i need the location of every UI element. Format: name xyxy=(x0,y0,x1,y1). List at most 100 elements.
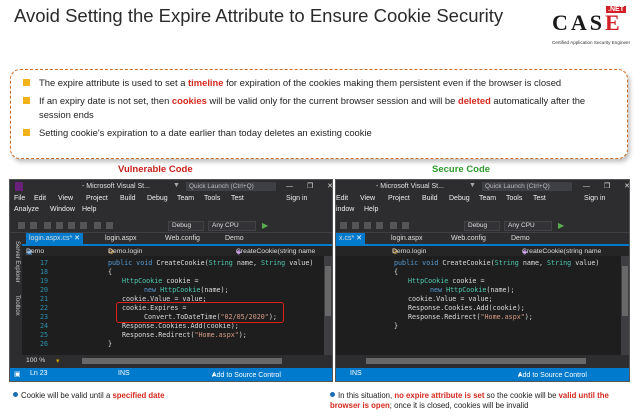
menu-team[interactable]: Team xyxy=(479,195,496,202)
menu-view[interactable]: View xyxy=(58,195,73,202)
save-all-icon[interactable] xyxy=(80,222,87,229)
menu-analyze[interactable]: Analyze xyxy=(14,206,39,213)
config-dropdown[interactable]: Debug xyxy=(464,221,500,231)
navigation-bar: ▣ Demo ⚙ Demo.login ◆ CreateCookie(strin… xyxy=(22,246,332,256)
window-title: - Microsoft Visual St... xyxy=(82,183,150,190)
filter-icon[interactable]: ▼ xyxy=(173,182,181,191)
zoom-level[interactable]: 100 % xyxy=(26,357,45,364)
tab-web-config[interactable]: Web.config xyxy=(162,233,203,244)
redo-icon[interactable] xyxy=(402,222,409,229)
save-icon[interactable] xyxy=(364,222,371,229)
tab-demo[interactable]: Demo xyxy=(222,233,247,244)
new-project-icon[interactable] xyxy=(44,222,51,229)
secure-note: In this situation, no expire attribute i… xyxy=(330,391,609,410)
logo-case-text: CASE xyxy=(552,10,623,35)
scrollbar-thumb[interactable] xyxy=(325,266,331,316)
code-line-18: { xyxy=(394,268,399,276)
navigation-bar: ⚙ Demo.login ◆ CreateCookie(string name xyxy=(336,246,629,256)
tab-login-aspx-cs[interactable]: x.cs* ✕ xyxy=(336,233,365,244)
menu-team[interactable]: Team xyxy=(177,195,194,202)
menu-project[interactable]: Project xyxy=(388,195,410,202)
sign-in-link[interactable]: Sign in xyxy=(286,195,307,202)
logo-tagline: Certified Application Security Engineer xyxy=(552,40,631,45)
tab-web-config[interactable]: Web.config xyxy=(448,233,489,244)
menu-window[interactable]: Window xyxy=(50,206,75,213)
back-icon[interactable] xyxy=(18,222,25,229)
config-dropdown[interactable]: Debug xyxy=(168,221,204,231)
menu-build[interactable]: Build xyxy=(422,195,438,202)
filter-icon[interactable]: ▼ xyxy=(469,182,477,191)
toolbox-tab[interactable]: Toolbox xyxy=(14,295,20,316)
vulnerable-vs-window: - Microsoft Visual St... ▼ Quick Launch … xyxy=(9,179,333,382)
line-number-gutter: 17 18 19 20 21 22 23 24 25 26 xyxy=(22,256,52,355)
line-number: 18 xyxy=(39,268,48,276)
status-bar: INS ↑ Add to Source Control ▴ xyxy=(336,368,629,381)
save-all-icon[interactable] xyxy=(376,222,383,229)
status-bar: ▣ Ln 23 INS ↑ Add to Source Control ▴ xyxy=(10,368,332,381)
bullet-square-icon xyxy=(23,97,30,105)
horizontal-scrollbar[interactable] xyxy=(82,358,282,364)
platform-dropdown[interactable]: Any CPU xyxy=(208,221,256,231)
menu-tools[interactable]: Tools xyxy=(506,195,522,202)
menu-build[interactable]: Build xyxy=(120,195,136,202)
menu-help[interactable]: Help xyxy=(82,206,96,213)
expires-highlight-box xyxy=(116,302,284,323)
line-number: 19 xyxy=(39,277,48,285)
platform-dropdown[interactable]: Any CPU xyxy=(504,221,552,231)
menu-edit[interactable]: Edit xyxy=(336,195,348,202)
code-editor[interactable]: public void CreateCookie(String name, St… xyxy=(336,256,621,355)
page-title: Avoid Setting the Expire Attribute to En… xyxy=(14,5,504,26)
tab-login-aspx-cs[interactable]: login.aspx.cs* ✕ xyxy=(26,233,84,244)
toolbar: Debug Any CPU ▶ xyxy=(10,219,332,233)
horizontal-scrollbar[interactable] xyxy=(366,358,586,364)
menu-debug[interactable]: Debug xyxy=(449,195,470,202)
vertical-scrollbar[interactable] xyxy=(621,256,629,355)
line-number: 23 xyxy=(39,313,48,321)
menu-test[interactable]: Test xyxy=(533,195,546,202)
vulnerable-note: Cookie will be valid until a specified d… xyxy=(13,391,164,401)
tab-demo[interactable]: Demo xyxy=(508,233,533,244)
add-to-source-control[interactable]: ↑ Add to Source Control ▴ xyxy=(212,370,281,379)
window-controls[interactable]: — ❐ ✕ xyxy=(286,182,332,190)
add-to-source-control[interactable]: ↑ Add to Source Control ▴ xyxy=(518,370,587,379)
scrollbar-thumb[interactable] xyxy=(622,266,628,316)
window-controls[interactable]: — ❐ ✕ xyxy=(583,182,629,190)
code-line-17: public void CreateCookie(String name, St… xyxy=(394,259,600,267)
start-debug-icon[interactable]: ▶ xyxy=(558,221,564,230)
new-project-icon[interactable] xyxy=(340,222,347,229)
document-tabs: login.aspx.cs* ✕ login.aspx Web.config D… xyxy=(22,233,332,244)
menu-view[interactable]: View xyxy=(360,195,375,202)
menu-help[interactable]: Help xyxy=(364,206,378,213)
tab-login-aspx[interactable]: login.aspx xyxy=(102,233,140,244)
menu-file[interactable]: File xyxy=(14,195,25,202)
menu-edit[interactable]: Edit xyxy=(34,195,46,202)
save-icon[interactable] xyxy=(68,222,75,229)
line-number: 25 xyxy=(39,331,48,339)
menu-window[interactable]: indow xyxy=(336,206,354,213)
start-debug-icon[interactable]: ▶ xyxy=(262,221,268,230)
menu-debug[interactable]: Debug xyxy=(147,195,168,202)
vertical-scrollbar[interactable] xyxy=(324,256,332,355)
forward-icon[interactable] xyxy=(30,222,37,229)
zoom-bar xyxy=(336,355,629,368)
open-icon[interactable] xyxy=(352,222,359,229)
tab-login-aspx[interactable]: login.aspx xyxy=(388,233,426,244)
bullet-item: The expire attribute is used to set a ti… xyxy=(21,76,617,89)
sign-in-link[interactable]: Sign in xyxy=(584,195,605,202)
menu-tools[interactable]: Tools xyxy=(204,195,220,202)
menu-project[interactable]: Project xyxy=(86,195,108,202)
open-icon[interactable] xyxy=(56,222,63,229)
quick-launch-input[interactable]: Quick Launch (Ctrl+Q) xyxy=(482,182,572,191)
quick-launch-input[interactable]: Quick Launch (Ctrl+Q) xyxy=(186,182,276,191)
server-explorer-tab[interactable]: Server Explorer xyxy=(14,241,20,283)
line-number: 20 xyxy=(39,286,48,294)
status-insert-mode: INS xyxy=(350,370,362,377)
code-editor[interactable]: 17 18 19 20 21 22 23 24 25 26 public voi… xyxy=(22,256,324,355)
menu-test[interactable]: Test xyxy=(231,195,244,202)
undo-icon[interactable] xyxy=(94,222,101,229)
undo-icon[interactable] xyxy=(390,222,397,229)
bullet-item: Setting cookie's expiration to a date ea… xyxy=(21,126,617,139)
redo-icon[interactable] xyxy=(106,222,113,229)
menu-bar: Edit View Project Build Debug Team Tools… xyxy=(336,193,629,219)
secure-vs-window: - Microsoft Visual St... ▼ Quick Launch … xyxy=(335,179,630,382)
